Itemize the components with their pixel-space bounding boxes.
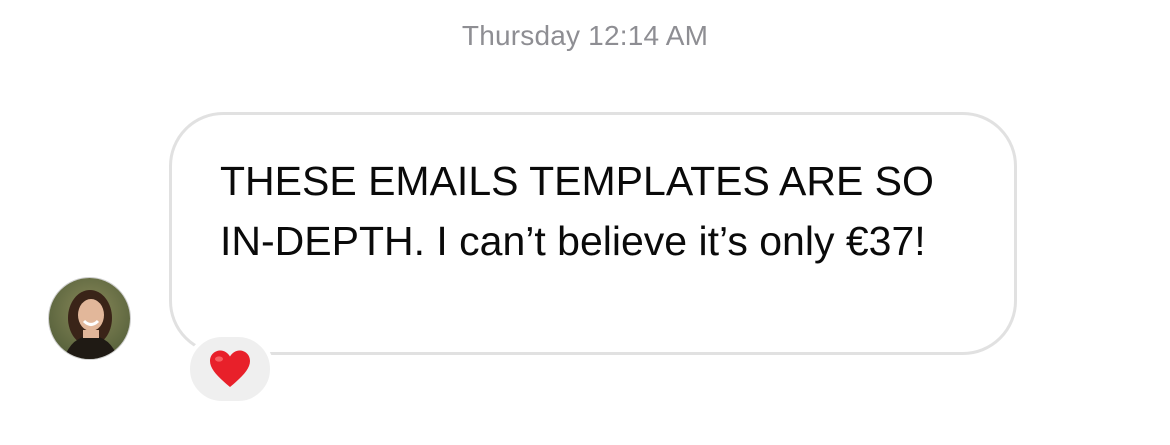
reaction-badge[interactable] bbox=[186, 333, 274, 405]
message-text: THESE EMAILS TEMPLATES ARE SO IN-DEPTH. … bbox=[220, 158, 946, 264]
message-timestamp: Thursday 12:14 AM bbox=[461, 20, 709, 51]
message-bubble[interactable]: THESE EMAILS TEMPLATES ARE SO IN-DEPTH. … bbox=[169, 112, 1017, 355]
red-heart-icon bbox=[210, 350, 250, 387]
avatar-photo bbox=[49, 278, 130, 359]
chat-thread: Thursday 12:14 AM THESE EMAILS TEMPLATES… bbox=[0, 0, 1170, 445]
sender-avatar[interactable] bbox=[48, 277, 131, 360]
